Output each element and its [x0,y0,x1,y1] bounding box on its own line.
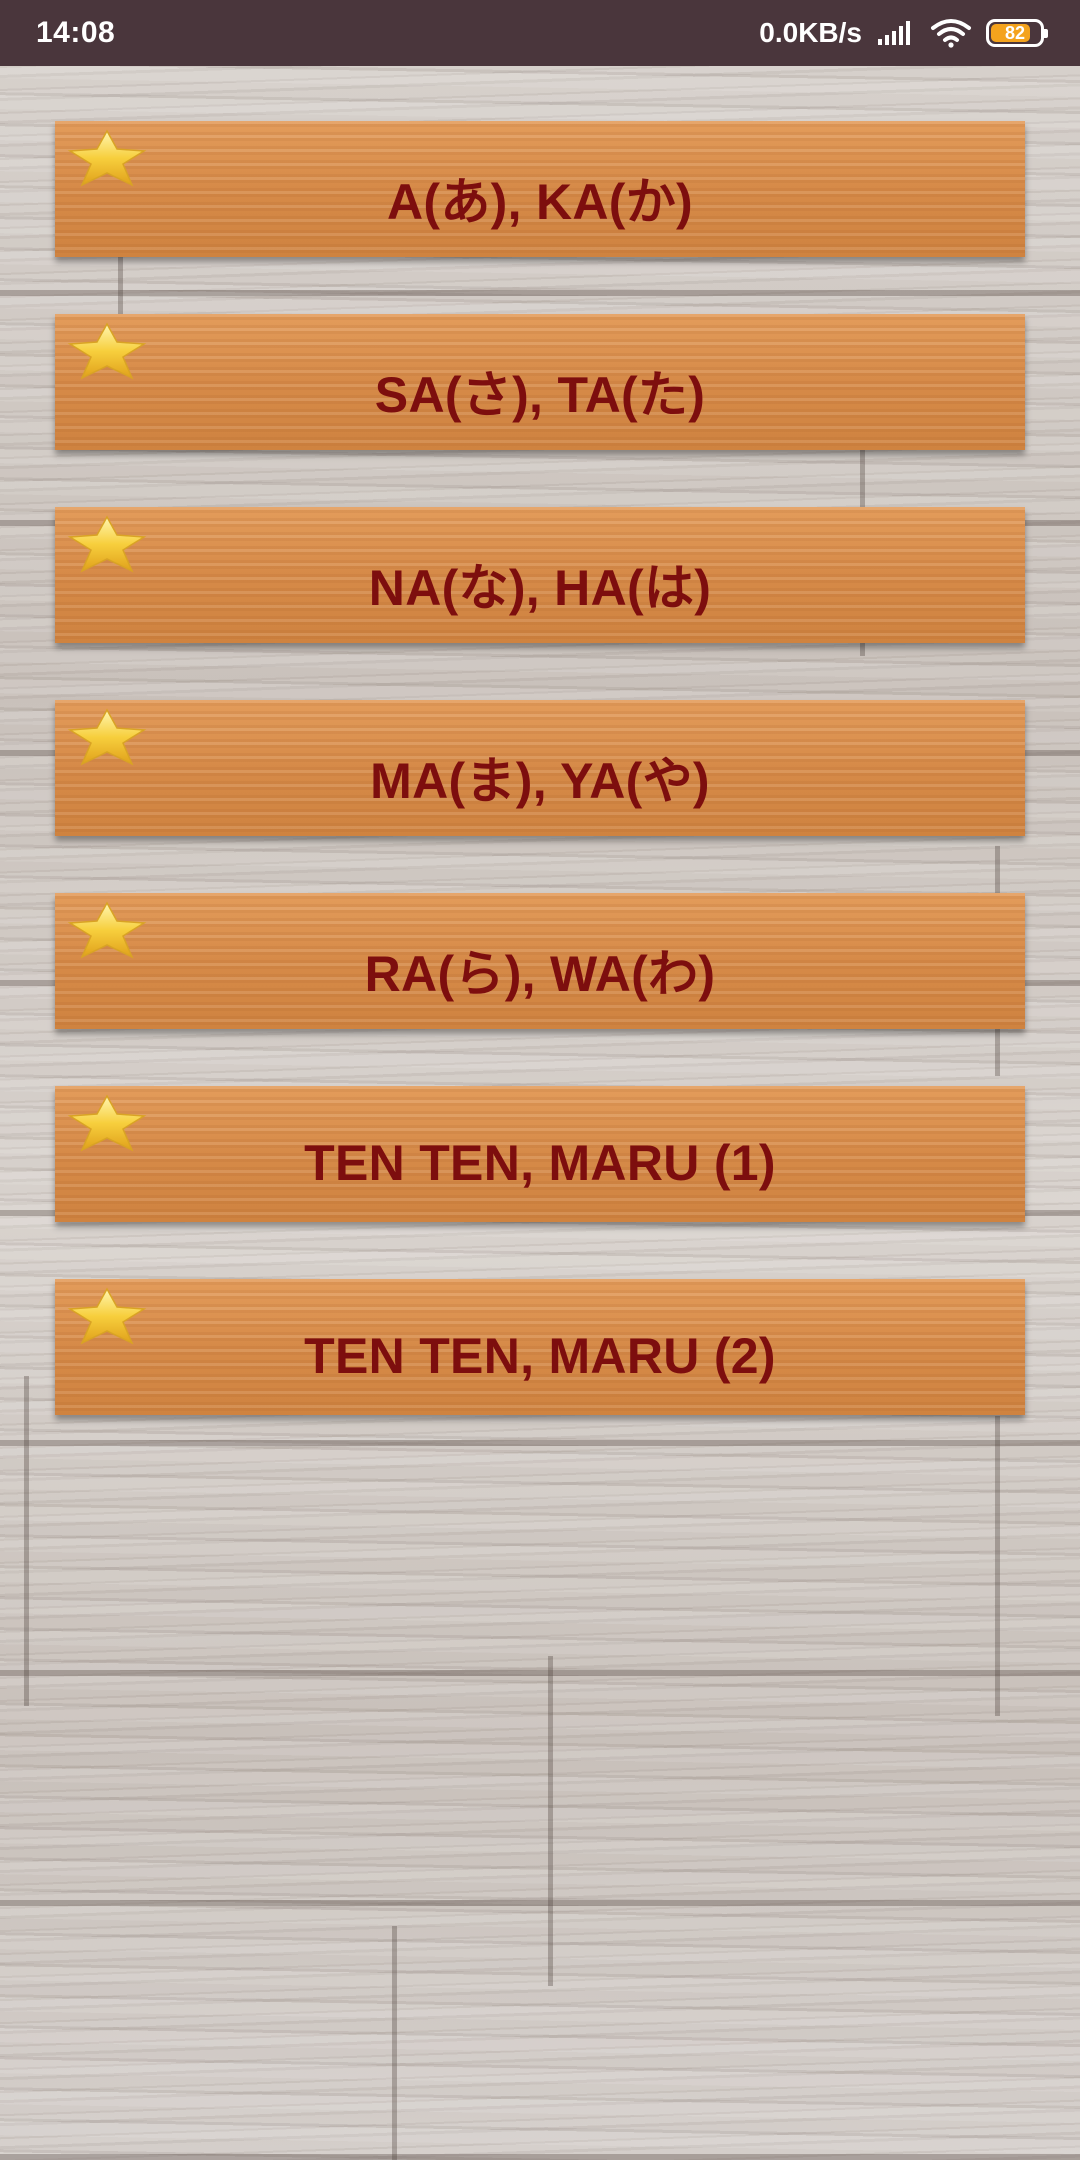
plank-seam [24,1376,29,1706]
menu-item-label: A(あ), KA(か) [386,174,693,230]
lesson-menu: A(あ), KA(か) SA(さ), TA(た) NA(な), HA(は) MA… [55,121,1025,1415]
wood-plank [0,1446,1080,1676]
star-icon [67,322,147,380]
menu-item-ra-wa[interactable]: RA(ら), WA(わ) [55,893,1025,1029]
star-icon [67,708,147,766]
star-icon [67,129,147,187]
plank-seam [995,1416,1000,1716]
signal-icon [878,21,910,45]
menu-item-na-ha[interactable]: NA(な), HA(は) [55,507,1025,643]
menu-item-sa-ta[interactable]: SA(さ), TA(た) [55,314,1025,450]
star-icon [67,901,147,959]
menu-item-tenten-maru-1[interactable]: TEN TEN, MARU (1) [55,1086,1025,1222]
wood-plank [0,1676,1080,1906]
star-icon [67,1287,147,1345]
network-speed: 0.0KB/s [759,17,862,48]
menu-item-label: TEN TEN, MARU (2) [304,1328,776,1384]
menu-item-label: NA(な), HA(は) [368,560,712,616]
battery-icon: 82 [986,19,1048,47]
menu-item-ma-ya[interactable]: MA(ま), YA(や) [55,700,1025,836]
status-indicators: 0.0KB/s 82 [759,17,1048,49]
menu-item-label: RA(ら), WA(わ) [364,946,716,1002]
plank-seam [548,1656,553,1986]
menu-item-label: TEN TEN, MARU (1) [304,1135,776,1191]
star-icon [67,515,147,573]
menu-item-label: SA(さ), TA(た) [374,367,706,423]
battery-level: 82 [1004,22,1026,43]
plank-seam [392,1926,397,2160]
menu-item-a-ka[interactable]: A(あ), KA(か) [55,121,1025,257]
wifi-icon [931,19,971,48]
star-icon [67,1094,147,1152]
status-bar: 14:08 0.0KB/s 82 [0,0,1080,66]
menu-item-label: MA(ま), YA(や) [370,753,710,809]
status-time: 14:08 [36,16,116,49]
wood-plank [0,1906,1080,2160]
menu-item-tenten-maru-2[interactable]: TEN TEN, MARU (2) [55,1279,1025,1415]
